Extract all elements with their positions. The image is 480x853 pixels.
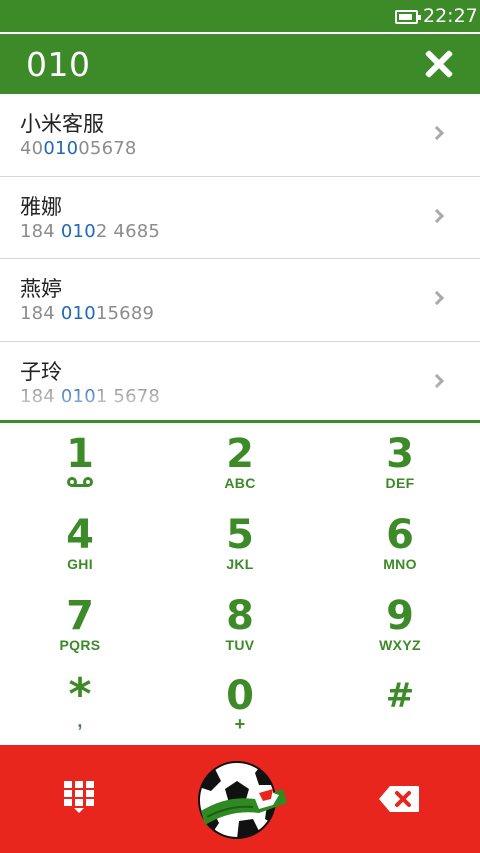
- delete-button[interactable]: [378, 785, 420, 813]
- contact-number: 184 01015689: [20, 303, 155, 324]
- key-letters: TUV: [225, 637, 255, 653]
- key-digit: 7: [66, 593, 94, 639]
- contact-result-row[interactable]: 燕婷 184 01015689: [0, 259, 480, 342]
- key-letters: DEF: [385, 475, 415, 491]
- key-letters: GHI: [67, 556, 93, 572]
- key-4[interactable]: 4 GHI: [0, 504, 160, 584]
- chevron-right-icon[interactable]: [429, 208, 445, 223]
- contact-name: 雅娜: [20, 194, 62, 219]
- key-digit: *: [68, 669, 92, 720]
- key-2[interactable]: 2 ABC: [160, 423, 320, 503]
- contact-name: 子玲: [20, 359, 62, 384]
- contact-name: 燕婷: [20, 277, 62, 301]
- voicemail-icon: [67, 477, 93, 487]
- key-digit: 4: [66, 512, 94, 558]
- key-digit: 1: [66, 431, 94, 477]
- key-letters: ,: [77, 711, 83, 731]
- key-letters: JKL: [226, 556, 254, 572]
- key-6[interactable]: 6 MNO: [320, 504, 480, 584]
- key-0[interactable]: 0 +: [160, 665, 320, 745]
- contact-result-row[interactable]: 子玲 184 0101 5678: [0, 342, 480, 423]
- status-time: 22:27: [423, 5, 478, 27]
- contact-results-list[interactable]: 小米客服 4001005678 雅娜 184 0102 4685 燕婷 184 …: [0, 94, 480, 422]
- key-digit: 2: [226, 431, 254, 477]
- key-hash[interactable]: #: [320, 665, 480, 745]
- key-7[interactable]: 7 PQRS: [0, 585, 160, 665]
- key-letters: WXYZ: [379, 637, 421, 653]
- key-letters: PQRS: [59, 637, 101, 653]
- chevron-right-icon[interactable]: [429, 373, 445, 388]
- key-digit: 6: [386, 512, 414, 558]
- key-9[interactable]: 9 WXYZ: [320, 585, 480, 665]
- number-match-highlight: 010: [60, 303, 96, 324]
- number-match-highlight: 010: [43, 138, 79, 159]
- key-digit: 9: [386, 593, 414, 639]
- dialer-header: 010: [0, 34, 480, 94]
- key-8[interactable]: 8 TUV: [160, 585, 320, 665]
- key-digit: 3: [386, 431, 414, 477]
- contact-number: 184 0102 4685: [20, 220, 161, 242]
- key-digit: 5: [226, 512, 254, 558]
- key-digit: 8: [226, 593, 254, 639]
- backspace-icon: [379, 786, 419, 812]
- key-letters: MNO: [383, 556, 417, 572]
- battery-icon: [395, 10, 421, 24]
- chevron-right-icon[interactable]: [429, 290, 445, 306]
- chevron-right-icon[interactable]: [429, 125, 445, 141]
- key-1[interactable]: 1: [0, 423, 160, 503]
- key-3[interactable]: 3 DEF: [320, 423, 480, 503]
- dialpad-toggle-icon[interactable]: [64, 781, 94, 817]
- contact-result-row[interactable]: 雅娜 184 0102 4685: [0, 177, 480, 259]
- number-match-highlight: 010: [60, 385, 96, 407]
- key-letters: +: [234, 714, 246, 734]
- contact-number: 4001005678: [20, 138, 137, 159]
- key-star[interactable]: * ,: [0, 665, 160, 745]
- key-5[interactable]: 5 JKL: [160, 504, 320, 584]
- dialed-number-display[interactable]: 010: [26, 46, 91, 84]
- key-digit: #: [385, 676, 415, 716]
- call-button[interactable]: [197, 759, 293, 841]
- contact-name: 小米客服: [20, 112, 104, 136]
- contact-number: 184 0101 5678: [20, 385, 161, 407]
- clear-icon[interactable]: [424, 49, 454, 79]
- contact-result-row[interactable]: 小米客服 4001005678: [0, 94, 480, 177]
- key-letters: ABC: [224, 475, 256, 491]
- dial-keypad: 1 2 ABC 3 DEF 4 GHI 5 JKL 6 MNO 7 PQRS 8…: [0, 423, 480, 745]
- soccer-ball-call-icon: [198, 761, 287, 839]
- number-match-highlight: 010: [60, 220, 96, 242]
- dialer-action-bar: [0, 745, 480, 853]
- status-bar: 22:27: [0, 0, 480, 32]
- key-digit: 0: [226, 673, 254, 719]
